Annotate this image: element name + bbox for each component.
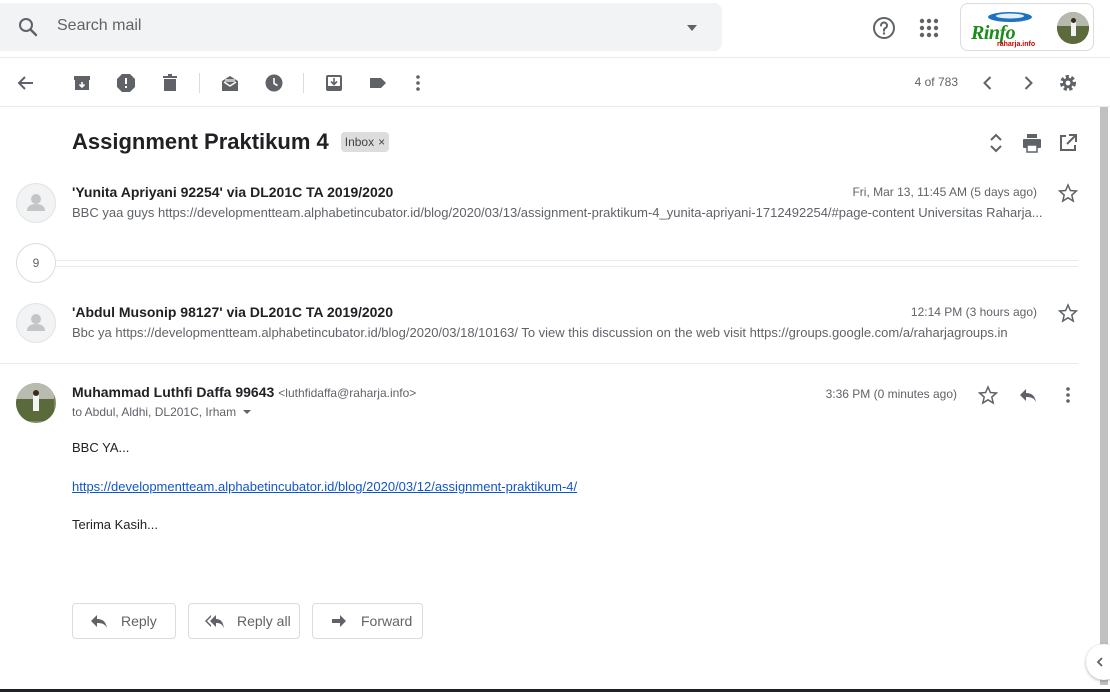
mark-unread-icon[interactable] bbox=[218, 71, 242, 95]
body-line: Terima Kasih... bbox=[72, 517, 158, 532]
message-snippet: BBC yaa guys https://developmentteam.alp… bbox=[72, 205, 1043, 220]
star-icon[interactable] bbox=[1057, 303, 1079, 323]
message-divider bbox=[0, 363, 1078, 364]
message-sender: 'Abdul Musonip 98127' via DL201C TA 2019… bbox=[72, 304, 394, 320]
reply-all-label: Reply all bbox=[237, 613, 291, 629]
account-avatar[interactable] bbox=[1057, 12, 1089, 44]
sender-photo bbox=[16, 383, 56, 423]
sender-avatar-placeholder bbox=[16, 303, 56, 343]
search-icon[interactable] bbox=[16, 15, 40, 39]
older-chevron-right-icon[interactable] bbox=[1016, 71, 1040, 95]
collapsed-message[interactable]: 'Yunita Apriyani 92254' via DL201C TA 20… bbox=[0, 173, 1097, 245]
subject-row: Assignment Praktikum 4 Inbox × bbox=[72, 127, 390, 157]
back-arrow-icon[interactable] bbox=[14, 71, 38, 95]
thread-subject: Assignment Praktikum 4 bbox=[72, 129, 329, 154]
collapsed-message[interactable]: 'Abdul Musonip 98127' via DL201C TA 2019… bbox=[0, 293, 1097, 363]
apps-grid-icon[interactable] bbox=[916, 15, 942, 41]
reply-all-button[interactable]: Reply all bbox=[188, 603, 300, 639]
logo-subtext: raharja.info bbox=[997, 41, 1036, 48]
body-line: BBC YA... bbox=[72, 440, 130, 455]
open-new-window-icon[interactable] bbox=[1056, 131, 1080, 155]
message-more-options-icon[interactable] bbox=[1058, 385, 1078, 405]
search-bar[interactable]: Search mail bbox=[0, 3, 722, 51]
sender-email: <luthfidaffa@raharja.info> bbox=[278, 386, 417, 400]
forward-label: Forward bbox=[361, 613, 413, 629]
archive-icon[interactable] bbox=[70, 71, 94, 95]
reply-label: Reply bbox=[121, 613, 157, 629]
scrollbar-thumb[interactable] bbox=[1100, 107, 1108, 685]
message-date: Fri, Mar 13, 11:45 AM (5 days ago) bbox=[852, 185, 1037, 199]
label-chip-text: Inbox bbox=[344, 135, 375, 149]
top-bar: Search mail Rinfo raharja.info bbox=[0, 0, 1110, 58]
recipients-text: to Abdul, Aldhi, DL201C, Irham bbox=[72, 405, 237, 419]
thread-view: Assignment Praktikum 4 Inbox × 'Yunita A… bbox=[0, 107, 1110, 692]
toolbar-divider bbox=[199, 73, 200, 93]
move-to-icon[interactable] bbox=[322, 71, 346, 95]
collapsed-divider-line bbox=[56, 260, 1078, 261]
open-message-date: 3:36 PM (0 minutes ago) bbox=[825, 387, 957, 401]
recipients-dropdown-icon[interactable] bbox=[242, 409, 252, 415]
reply-arrow-icon[interactable] bbox=[1018, 385, 1038, 405]
collapsed-divider-line bbox=[56, 266, 1078, 267]
sender-avatar[interactable] bbox=[16, 383, 56, 423]
organization-logo: Rinfo raharja.info bbox=[967, 8, 1053, 48]
person-icon bbox=[27, 314, 45, 331]
expand-all-icon[interactable] bbox=[984, 131, 1008, 155]
message-toolbar: 4 of 783 bbox=[0, 59, 1110, 107]
star-icon[interactable] bbox=[977, 385, 999, 405]
more-options-icon[interactable] bbox=[406, 71, 430, 95]
sender-avatar-placeholder bbox=[16, 183, 56, 223]
star-icon[interactable] bbox=[1057, 183, 1079, 203]
reply-icon bbox=[91, 615, 107, 628]
print-icon[interactable] bbox=[1020, 131, 1044, 155]
message-date: 12:14 PM (3 hours ago) bbox=[910, 305, 1037, 319]
chevron-left-icon bbox=[1096, 657, 1103, 667]
remove-label-icon[interactable]: × bbox=[378, 135, 385, 149]
toolbar-divider bbox=[303, 73, 304, 93]
reply-all-icon bbox=[205, 615, 224, 628]
person-icon bbox=[27, 194, 45, 211]
reply-button[interactable]: Reply bbox=[72, 603, 176, 639]
help-icon[interactable] bbox=[871, 15, 897, 41]
search-options-dropdown-icon[interactable] bbox=[684, 21, 700, 35]
collapsed-messages-count[interactable]: 9 bbox=[16, 243, 56, 283]
newer-chevron-left-icon[interactable] bbox=[976, 71, 1000, 95]
scrollbar[interactable] bbox=[1098, 107, 1110, 692]
body-link[interactable]: https://developmentteam.alphabetincubato… bbox=[72, 479, 577, 494]
snooze-clock-icon[interactable] bbox=[262, 71, 286, 95]
forward-icon bbox=[332, 615, 346, 627]
message-snippet: Bbc ya https://developmentteam.alphabeti… bbox=[72, 325, 1008, 340]
delete-icon[interactable] bbox=[158, 71, 182, 95]
label-tag-icon[interactable] bbox=[366, 71, 390, 95]
settings-gear-icon[interactable] bbox=[1056, 71, 1080, 95]
pagination-count: 4 of 783 bbox=[914, 75, 958, 89]
forward-button[interactable]: Forward bbox=[312, 603, 423, 639]
open-message-sender: Muhammad Luthfi Daffa 99643 <luthfidaffa@… bbox=[72, 384, 416, 400]
account-switcher[interactable]: Rinfo raharja.info bbox=[960, 3, 1094, 51]
recipients-line[interactable]: to Abdul, Aldhi, DL201C, Irham bbox=[72, 405, 252, 419]
sender-name: Muhammad Luthfi Daffa 99643 bbox=[72, 384, 275, 400]
message-sender: 'Yunita Apriyani 92254' via DL201C TA 20… bbox=[72, 184, 394, 200]
report-spam-icon[interactable] bbox=[114, 71, 138, 95]
search-input[interactable]: Search mail bbox=[57, 17, 141, 35]
inbox-label-chip[interactable]: Inbox × bbox=[340, 132, 390, 152]
